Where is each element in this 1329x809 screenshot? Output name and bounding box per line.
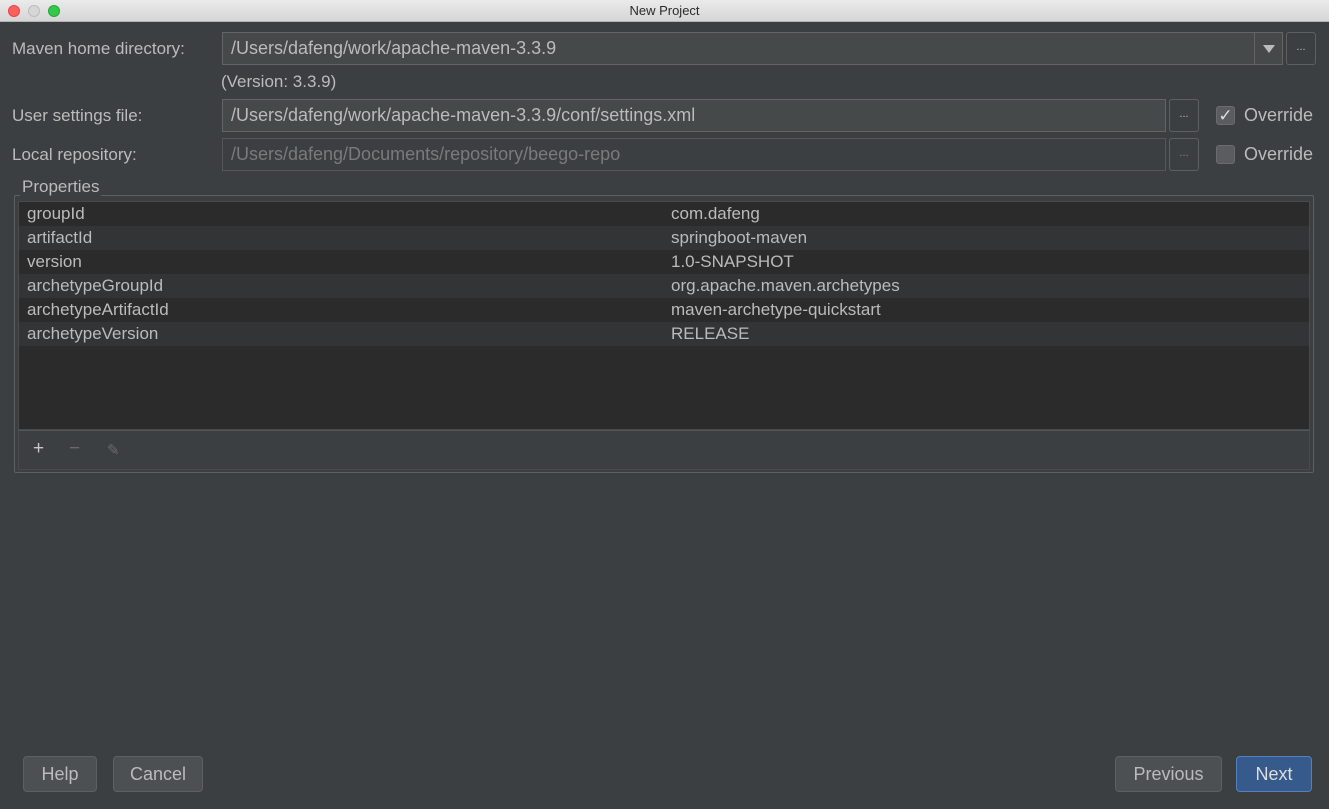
- table-row[interactable]: archetypeGroupId org.apache.maven.archet…: [19, 274, 1309, 298]
- cancel-button[interactable]: Cancel: [113, 756, 203, 792]
- checkmark-icon: ✓: [1218, 106, 1233, 125]
- help-button[interactable]: Help: [23, 756, 97, 792]
- user-settings-override-label: Override: [1244, 105, 1314, 125]
- property-key: artifactId: [27, 228, 93, 247]
- table-row[interactable]: version 1.0-SNAPSHOT: [19, 250, 1309, 274]
- user-settings-browse-button[interactable]: ...: [1169, 99, 1199, 132]
- property-value: maven-archetype-quickstart: [671, 300, 881, 319]
- property-key: groupId: [27, 204, 85, 223]
- title-bar: New Project: [0, 0, 1329, 22]
- previous-button[interactable]: Previous: [1115, 756, 1222, 792]
- properties-toolbar: + − ✎: [18, 430, 1310, 470]
- maven-home-label: Maven home directory:: [12, 39, 185, 58]
- table-row[interactable]: archetypeVersion RELEASE: [19, 322, 1309, 346]
- local-repository-override-checkbox[interactable]: [1216, 145, 1235, 164]
- edit-property-icon[interactable]: ✎: [107, 441, 120, 461]
- chevron-down-icon: [1262, 44, 1275, 53]
- properties-title: Properties: [20, 177, 102, 197]
- property-value: springboot-maven: [671, 228, 808, 247]
- property-value: RELEASE: [671, 324, 750, 343]
- user-settings-label: User settings file:: [12, 106, 143, 125]
- local-repository-browse-button[interactable]: ...: [1169, 138, 1199, 171]
- property-value: com.dafeng: [671, 204, 760, 223]
- properties-table[interactable]: groupId com.dafeng artifactId springboot…: [18, 201, 1310, 430]
- table-row[interactable]: groupId com.dafeng: [19, 202, 1309, 226]
- add-property-icon[interactable]: +: [33, 439, 44, 459]
- next-button[interactable]: Next: [1236, 756, 1312, 792]
- table-row[interactable]: archetypeArtifactId maven-archetype-quic…: [19, 298, 1309, 322]
- property-value: org.apache.maven.archetypes: [671, 276, 900, 295]
- maven-home-combo[interactable]: /Users/dafeng/work/apache-maven-3.3.9: [222, 32, 1256, 65]
- local-repository-field: /Users/dafeng/Documents/repository/beego…: [222, 138, 1166, 171]
- user-settings-field[interactable]: /Users/dafeng/work/apache-maven-3.3.9/co…: [222, 99, 1166, 132]
- maven-home-dropdown-button[interactable]: [1254, 32, 1283, 65]
- local-repository-label: Local repository:: [12, 145, 137, 164]
- remove-property-icon[interactable]: −: [69, 439, 80, 459]
- maven-home-browse-button[interactable]: ...: [1286, 32, 1316, 65]
- property-key: archetypeVersion: [27, 324, 159, 343]
- property-value: 1.0-SNAPSHOT: [671, 252, 794, 271]
- property-key: archetypeGroupId: [27, 276, 164, 295]
- user-settings-override-checkbox[interactable]: ✓: [1216, 106, 1235, 125]
- property-key: archetypeArtifactId: [27, 300, 169, 319]
- local-repository-override-label: Override: [1244, 144, 1314, 164]
- maven-version-note: (Version: 3.3.9): [221, 72, 337, 91]
- window-title: New Project: [629, 3, 700, 18]
- table-row[interactable]: artifactId springboot-maven: [19, 226, 1309, 250]
- property-key: version: [27, 252, 82, 271]
